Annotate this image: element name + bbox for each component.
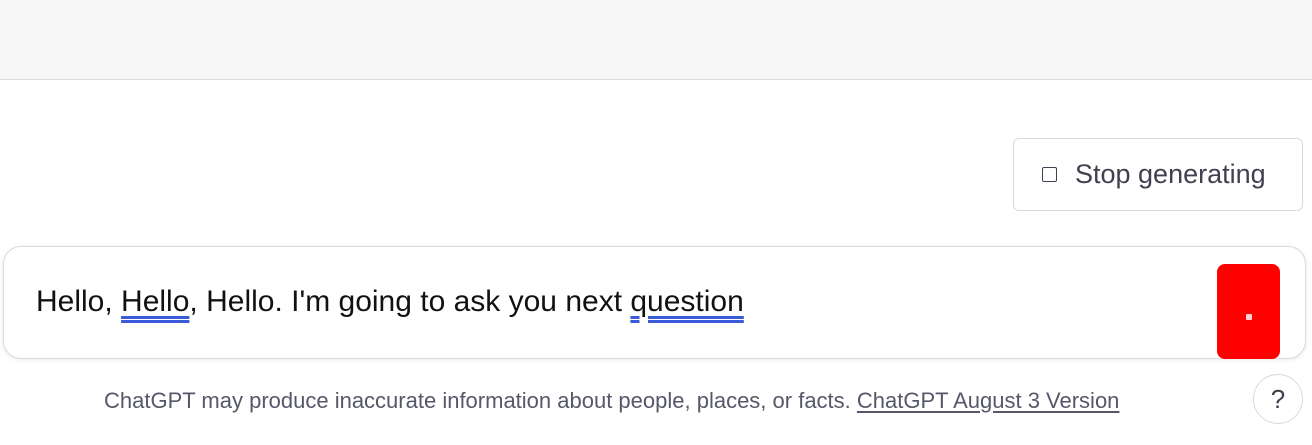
help-button[interactable]: ? [1253, 374, 1303, 424]
spellcheck-word: Hello [121, 285, 190, 318]
stop-generating-label: Stop generating [1075, 159, 1266, 189]
message-text-part: , Hello. I'm going to ask you next [189, 285, 631, 318]
stop-square-icon [1042, 167, 1057, 182]
spellcheck-word: question [630, 285, 744, 318]
version-link[interactable]: ChatGPT August 3 Version [857, 388, 1120, 413]
send-icon [1246, 314, 1252, 320]
chat-page: Stop generating Hello, Hello, Hello. I'm… [0, 0, 1312, 445]
message-input[interactable]: Hello, Hello, Hello. I'm going to ask yo… [36, 285, 744, 319]
disclaimer-text: ChatGPT may produce inaccurate informati… [104, 388, 857, 413]
conversation-area [0, 0, 1312, 80]
send-button[interactable] [1217, 264, 1280, 359]
stop-generating-button[interactable]: Stop generating [1013, 138, 1303, 211]
message-text-part: Hello, [36, 285, 122, 318]
message-composer[interactable]: Hello, Hello, Hello. I'm going to ask yo… [3, 246, 1306, 359]
footer-disclaimer: ChatGPT may produce inaccurate informati… [104, 388, 1119, 414]
